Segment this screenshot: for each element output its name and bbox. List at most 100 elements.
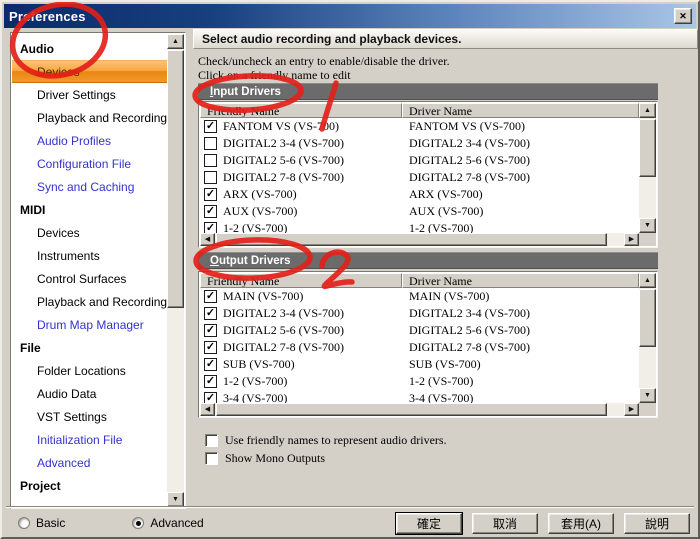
driver-checkbox[interactable] [204,137,217,150]
sidebar-item[interactable]: Driver Settings [12,83,167,106]
column-driver-name[interactable]: Driver Name [402,273,639,288]
sidebar-item[interactable]: File [12,336,167,359]
radio-icon[interactable] [132,517,144,529]
scroll-down-icon[interactable]: ▼ [639,388,656,403]
driver-checkbox[interactable] [204,171,217,184]
scroll-right-icon[interactable]: ▶ [624,233,639,246]
driver-row[interactable]: 1-2 (VS-700) 1-2 (VS-700) [200,373,639,390]
option-use-friendly-names[interactable]: Use friendly names to represent audio dr… [205,433,447,448]
scrollbar-thumb[interactable] [639,119,656,177]
driver-checkbox[interactable] [204,154,217,167]
friendly-name[interactable]: SUB (VS-700) [223,357,402,372]
driver-row[interactable]: MAIN (VS-700) MAIN (VS-700) [200,288,639,305]
scroll-up-icon[interactable]: ▲ [639,273,656,288]
sidebar-item[interactable]: Initialization File [12,428,167,451]
sidebar-item[interactable]: Instruments [12,244,167,267]
dialog-button[interactable]: 確定 [396,513,462,534]
sidebar-item[interactable]: Control Surfaces [12,267,167,290]
friendly-name[interactable]: 3-4 (VS-700) [223,391,402,403]
titlebar[interactable]: Preferences ✕ [4,4,696,28]
scroll-up-icon[interactable]: ▲ [167,34,184,49]
show-mono-outputs-checkbox[interactable] [205,452,218,465]
sidebar-item[interactable]: Playback and Recording [12,290,167,313]
friendly-name[interactable]: 1-2 (VS-700) [223,221,402,233]
driver-row[interactable]: 1-2 (VS-700) 1-2 (VS-700) [200,220,639,233]
mode-radio[interactable]: Basic [18,516,65,530]
scroll-down-icon[interactable]: ▼ [167,492,184,507]
option-show-mono-outputs[interactable]: Show Mono Outputs [205,451,325,466]
scroll-right-icon[interactable]: ▶ [624,403,639,416]
scroll-down-icon[interactable]: ▼ [639,218,656,233]
close-button[interactable]: ✕ [674,8,692,24]
friendly-name[interactable]: DIGITAL2 7-8 (VS-700) [223,170,402,185]
sidebar-item[interactable]: Playback and Recording [12,106,167,129]
driver-row[interactable]: DIGITAL2 3-4 (VS-700) DIGITAL2 3-4 (VS-7… [200,305,639,322]
driver-row[interactable]: DIGITAL2 7-8 (VS-700) DIGITAL2 7-8 (VS-7… [200,339,639,356]
sidebar-item[interactable]: Advanced [12,451,167,474]
scrollbar-thumb[interactable] [167,50,184,308]
driver-checkbox[interactable] [204,205,217,218]
driver-checkbox[interactable] [204,120,217,133]
scrollbar-thumb[interactable] [216,403,607,416]
driver-row[interactable]: DIGITAL2 7-8 (VS-700) DIGITAL2 7-8 (VS-7… [200,169,639,186]
sidebar-item[interactable]: Audio Data [12,382,167,405]
column-friendly-name[interactable]: Friendly Name [200,103,402,118]
radio-icon[interactable] [18,517,30,529]
friendly-name[interactable]: DIGITAL2 3-4 (VS-700) [223,306,402,321]
mode-radio[interactable]: Advanced [132,516,203,530]
output-horizontal-scrollbar[interactable]: ◀ ▶ [200,403,639,416]
friendly-name[interactable]: DIGITAL2 5-6 (VS-700) [223,153,402,168]
friendly-name[interactable]: DIGITAL2 7-8 (VS-700) [223,340,402,355]
sidebar-item[interactable]: Drum Map Manager [12,313,167,336]
driver-row[interactable]: FANTOM VS (VS-700) FANTOM VS (VS-700) [200,118,639,135]
input-horizontal-scrollbar[interactable]: ◀ ▶ [200,233,639,246]
scroll-up-icon[interactable]: ▲ [639,103,656,118]
column-driver-name[interactable]: Driver Name [402,103,639,118]
friendly-name[interactable]: ARX (VS-700) [223,187,402,202]
sidebar-item[interactable]: Project [12,474,167,497]
driver-checkbox[interactable] [204,222,217,233]
driver-checkbox[interactable] [204,324,217,337]
friendly-name[interactable]: AUX (VS-700) [223,204,402,219]
sidebar-item[interactable]: Sync and Caching [12,175,167,198]
driver-row[interactable]: DIGITAL2 5-6 (VS-700) DIGITAL2 5-6 (VS-7… [200,322,639,339]
use-friendly-names-checkbox[interactable] [205,434,218,447]
dialog-button[interactable]: 套用(A) [548,513,614,534]
driver-row[interactable]: DIGITAL2 3-4 (VS-700) DIGITAL2 3-4 (VS-7… [200,135,639,152]
driver-row[interactable]: DIGITAL2 5-6 (VS-700) DIGITAL2 5-6 (VS-7… [200,152,639,169]
sidebar-scrollbar[interactable]: ▲ ▼ [167,34,184,507]
driver-row[interactable]: ARX (VS-700) ARX (VS-700) [200,186,639,203]
driver-row[interactable]: AUX (VS-700) AUX (VS-700) [200,203,639,220]
driver-checkbox[interactable] [204,392,217,403]
sidebar-item[interactable]: Folder Locations [12,359,167,382]
output-vertical-scrollbar[interactable]: ▲ ▼ [639,273,656,403]
friendly-name[interactable]: DIGITAL2 3-4 (VS-700) [223,136,402,151]
sidebar-item[interactable]: MIDI [12,198,167,221]
driver-checkbox[interactable] [204,188,217,201]
sidebar-item[interactable]: Configuration File [12,152,167,175]
driver-checkbox[interactable] [204,341,217,354]
scroll-left-icon[interactable]: ◀ [200,403,215,416]
column-friendly-name[interactable]: Friendly Name [200,273,402,288]
scrollbar-thumb[interactable] [639,289,656,347]
friendly-name[interactable]: FANTOM VS (VS-700) [223,119,402,134]
sidebar-item[interactable]: Devices [12,60,167,83]
friendly-name[interactable]: MAIN (VS-700) [223,289,402,304]
driver-checkbox[interactable] [204,307,217,320]
sidebar-item[interactable]: Devices [12,221,167,244]
dialog-button[interactable]: 說明 [624,513,690,534]
sidebar-item[interactable]: VST Settings [12,405,167,428]
driver-row[interactable]: SUB (VS-700) SUB (VS-700) [200,356,639,373]
friendly-name[interactable]: 1-2 (VS-700) [223,374,402,389]
friendly-name[interactable]: DIGITAL2 5-6 (VS-700) [223,323,402,338]
driver-checkbox[interactable] [204,358,217,371]
dialog-button[interactable]: 取消 [472,513,538,534]
scroll-left-icon[interactable]: ◀ [200,233,215,246]
driver-checkbox[interactable] [204,375,217,388]
sidebar-item[interactable]: Audio Profiles [12,129,167,152]
driver-row[interactable]: 3-4 (VS-700) 3-4 (VS-700) [200,390,639,403]
scrollbar-thumb[interactable] [216,233,607,246]
driver-checkbox[interactable] [204,290,217,303]
sidebar-item[interactable]: Audio [12,37,167,60]
input-vertical-scrollbar[interactable]: ▲ ▼ [639,103,656,233]
